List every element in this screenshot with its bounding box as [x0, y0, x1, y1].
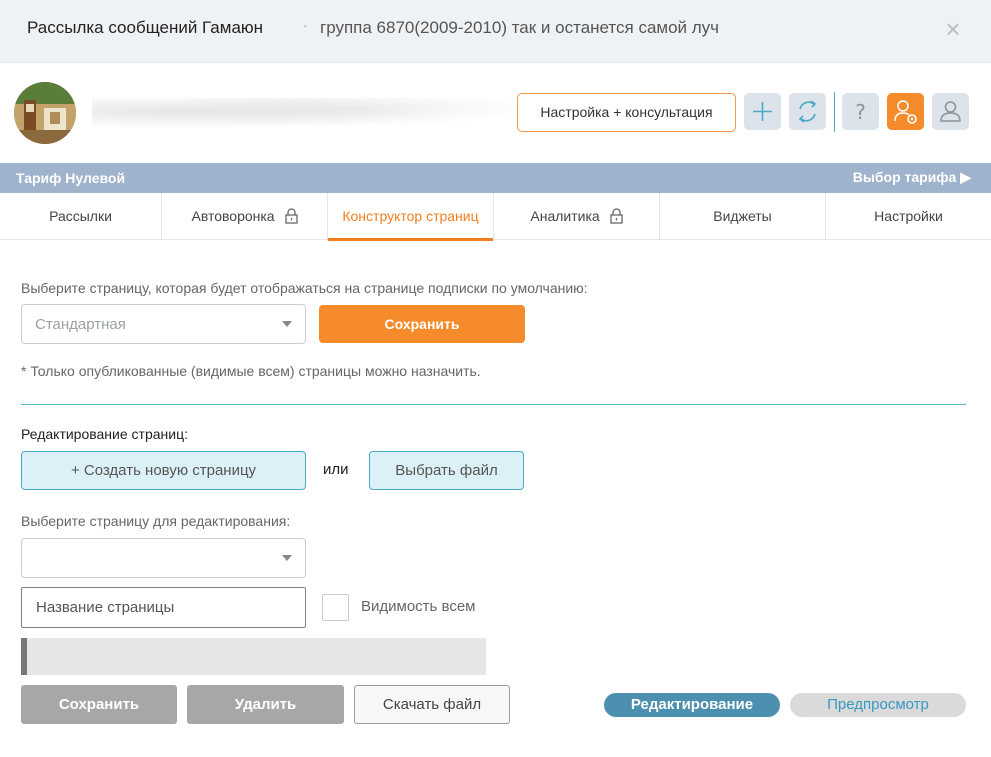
delete-page-button[interactable]: Удалить	[187, 685, 344, 724]
mode-preview-toggle[interactable]: Предпросмотр	[790, 693, 966, 717]
save-default-button[interactable]: Сохранить	[319, 305, 525, 343]
profile-button[interactable]	[932, 93, 969, 130]
window-titlebar: Рассылка сообщений Гамаюн · группа 6870(…	[0, 0, 991, 63]
edit-page-select-label: Выберите страницу для редактирования:	[21, 513, 291, 529]
editing-label: Редактирование страниц:	[21, 426, 188, 442]
page-editor-area[interactable]	[21, 638, 486, 675]
tab-autofunnel[interactable]: Автоворонка	[162, 193, 328, 240]
mode-edit-toggle[interactable]: Редактирование	[604, 693, 780, 717]
tab-label: Аналитика	[530, 208, 600, 224]
page-name-input[interactable]	[22, 588, 305, 627]
plus-icon	[753, 102, 772, 121]
default-page-select[interactable]: Стандартная	[21, 304, 306, 344]
consultation-button[interactable]: Настройка + консультация	[517, 93, 736, 132]
default-page-value: Стандартная	[35, 316, 126, 333]
published-note: * Только опубликованные (видимые всем) с…	[21, 363, 481, 379]
settings-user-icon	[894, 100, 917, 124]
tab-page-builder[interactable]: Конструктор страниц	[328, 193, 494, 241]
tab-label: Виджеты	[713, 208, 772, 224]
choose-tariff-link[interactable]: Выбор тарифа ▶	[853, 169, 971, 186]
refresh-button[interactable]	[789, 93, 826, 130]
title-separator: ·	[303, 17, 308, 33]
tariff-name: Тариф Нулевой	[16, 170, 126, 186]
download-file-button[interactable]: Скачать файл	[354, 685, 510, 724]
help-icon: ?	[855, 100, 866, 124]
svg-text:?: ?	[855, 100, 866, 124]
window-subtitle: группа 6870(2009-2010) так и останется с…	[320, 18, 720, 37]
tab-analytics[interactable]: Аналитика	[494, 193, 660, 240]
tariff-bar: Тариф Нулевой Выбор тарифа ▶	[0, 163, 991, 193]
help-button[interactable]: ?	[842, 93, 879, 130]
avatar[interactable]	[14, 82, 76, 144]
tab-label: Рассылки	[49, 208, 112, 224]
chevron-down-icon	[282, 321, 292, 327]
refresh-icon	[798, 100, 817, 123]
save-page-button[interactable]: Сохранить	[21, 685, 177, 724]
add-button[interactable]	[744, 93, 781, 130]
window-title: Рассылка сообщений Гамаюн	[27, 18, 264, 37]
lock-icon	[284, 208, 298, 224]
tab-widgets[interactable]: Виджеты	[660, 193, 826, 240]
section-divider	[21, 404, 966, 405]
or-text: или	[323, 461, 349, 478]
blurred-username	[92, 98, 512, 132]
tab-label: Автоворонка	[191, 208, 275, 224]
default-page-label: Выберите страницу, которая будет отображ…	[21, 280, 588, 296]
page-name-field[interactable]	[21, 587, 306, 628]
tab-label: Конструктор страниц	[342, 208, 479, 224]
user-settings-button[interactable]	[887, 93, 924, 130]
visibility-checkbox[interactable]	[322, 594, 349, 621]
user-icon	[940, 101, 961, 122]
main-tabs: Рассылки Автоворонка Конструктор страниц…	[0, 193, 991, 241]
lock-icon	[609, 208, 623, 224]
tab-settings[interactable]: Настройки	[826, 193, 991, 240]
visibility-label: Видимость всем	[361, 598, 476, 615]
tab-mailings[interactable]: Рассылки	[0, 193, 162, 240]
edit-page-select[interactable]	[21, 538, 306, 578]
chevron-down-icon	[282, 555, 292, 561]
create-page-button[interactable]: + Создать новую страницу	[21, 451, 306, 490]
close-icon[interactable]: ×	[940, 14, 966, 44]
choose-file-button[interactable]: Выбрать файл	[369, 451, 524, 490]
header-divider	[834, 92, 835, 132]
tab-label: Настройки	[874, 208, 943, 224]
